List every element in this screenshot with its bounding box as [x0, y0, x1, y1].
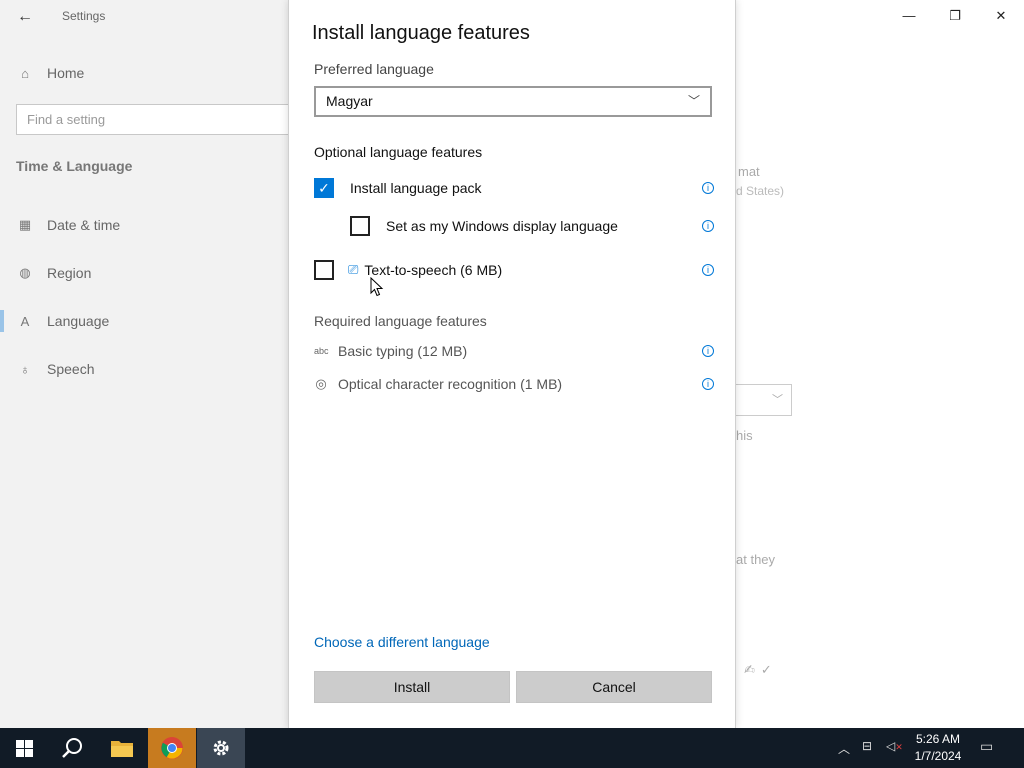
text-to-speech-icon: ⎚ [348, 262, 359, 277]
sidebar-item-label: Date & time [47, 217, 121, 233]
tray-overflow-chevron-icon[interactable]: ︿ [838, 740, 850, 757]
info-icon[interactable]: i [702, 378, 714, 390]
language-pack-checkbox[interactable]: ✓ [314, 178, 334, 198]
preferred-language-select[interactable]: Magyar ﹀ [314, 86, 712, 117]
globe-icon: ◍ [19, 265, 31, 280]
taskbar: ︿ ⊟ ◁✕ 5:26 AM 1/7/2024 ▭ [0, 728, 1024, 768]
chrome-icon [161, 737, 183, 759]
cancel-button[interactable]: Cancel [516, 671, 712, 703]
bg-text-fragment: d States) [736, 184, 785, 198]
ocr-icon: ◎ [315, 376, 327, 391]
sidebar-item-region[interactable]: ◍ Region [0, 253, 290, 293]
bg-dropdown: ﹀ [735, 384, 792, 416]
back-arrow-icon: ← [17, 8, 33, 25]
option-label: Text-to-speech (6 MB) [364, 262, 503, 278]
sidebar-item-date-time[interactable]: ▦ Date & time [0, 205, 290, 245]
volume-muted-icon[interactable]: ◁✕ [886, 739, 903, 753]
sidebar-item-label: Region [47, 265, 92, 281]
settings-sidebar: ← Settings ⌂ Home Time & Language ▦ Date… [0, 0, 296, 728]
folder-icon [111, 741, 133, 757]
nav-home-label: Home [47, 65, 85, 81]
clock-time: 5:26 AM [915, 732, 961, 746]
choose-different-language-link[interactable]: Choose a different language [314, 634, 490, 650]
gear-icon [213, 740, 229, 756]
required-features-label: Required language features [314, 313, 487, 329]
chevron-down-icon: ﹀ [687, 94, 700, 108]
required-label: Optical character recognition (1 MB) [338, 376, 563, 392]
handwriting-icon: ✍ [744, 662, 761, 677]
home-icon: ⌂ [21, 65, 29, 81]
sidebar-item-language[interactable]: A Language [0, 301, 290, 341]
notification-center-icon[interactable]: ▭ [980, 738, 993, 755]
sidebar-item-label: Language [47, 313, 110, 329]
taskbar-clock[interactable]: 5:26 AM 1/7/2024 [906, 731, 970, 765]
bg-text-fragment: his [736, 428, 753, 443]
basic-typing-icon: abc [314, 346, 329, 356]
file-explorer-button[interactable] [98, 728, 146, 768]
install-language-dialog: Install language features Preferred lang… [288, 0, 736, 728]
search-input[interactable] [17, 105, 257, 134]
network-icon[interactable]: ⊟ [862, 739, 872, 753]
nav-home[interactable]: ⌂ Home [0, 53, 290, 93]
settings-taskbar-button[interactable] [197, 728, 245, 768]
required-label: Basic typing (12 MB) [338, 343, 468, 359]
search-icon [62, 738, 82, 758]
sidebar-item-speech[interactable]: ♁ Speech [0, 349, 290, 389]
sidebar-item-label: Speech [47, 361, 95, 377]
clock-date: 1/7/2024 [914, 749, 962, 763]
start-button[interactable] [0, 728, 48, 768]
option-display-language[interactable]: Set as my Windows display language i [350, 214, 714, 238]
back-button[interactable]: ← [10, 4, 40, 30]
minimize-button[interactable]: — [886, 0, 932, 32]
minimize-icon: — [902, 8, 916, 23]
selected-language: Magyar [326, 93, 373, 109]
info-icon[interactable]: i [702, 264, 714, 276]
search-box[interactable] [16, 104, 296, 135]
install-button[interactable]: Install [314, 671, 510, 703]
restore-icon: ❐ [949, 8, 961, 23]
option-label: Install language pack [350, 180, 482, 196]
section-title: Time & Language [16, 158, 133, 174]
option-label: Set as my Windows display language [386, 218, 618, 234]
spellcheck-icon: ✓ [760, 662, 778, 677]
required-basic-typing: abc Basic typing (12 MB) i [314, 340, 714, 362]
mouse-cursor-icon [370, 277, 384, 297]
chevron-down-icon: ﹀ [772, 394, 783, 406]
bg-text-fragment: at they [736, 552, 776, 567]
display-language-checkbox[interactable] [350, 216, 370, 236]
close-icon: ✕ [995, 8, 1007, 23]
tts-checkbox[interactable] [314, 260, 334, 280]
taskbar-search-button[interactable] [48, 728, 96, 768]
bg-feature-icons: ✍✓ [744, 662, 778, 678]
restore-button[interactable]: ❐ [932, 0, 978, 32]
chrome-button[interactable] [148, 728, 196, 768]
optional-features-label: Optional language features [314, 144, 483, 160]
windows-logo-icon [15, 739, 33, 757]
microphone-icon: ♁ [20, 361, 30, 377]
calendar-clock-icon: ▦ [18, 217, 32, 232]
info-icon[interactable]: i [702, 345, 714, 357]
option-language-pack[interactable]: ✓ Install language pack i [314, 176, 714, 200]
checkmark-icon: ✓ [318, 179, 330, 196]
bg-text-fragment: mat [738, 164, 760, 179]
info-icon[interactable]: i [702, 220, 714, 232]
preferred-language-label: Preferred language [314, 61, 434, 77]
window-caption-buttons: — ❐ ✕ [886, 0, 1024, 32]
info-icon[interactable]: i [702, 182, 714, 194]
dialog-title: Install language features [312, 22, 530, 44]
required-ocr: ◎ Optical character recognition (1 MB) i [314, 373, 714, 395]
app-title: Settings [62, 9, 106, 23]
language-icon: A [20, 313, 30, 329]
close-button[interactable]: ✕ [978, 0, 1024, 32]
